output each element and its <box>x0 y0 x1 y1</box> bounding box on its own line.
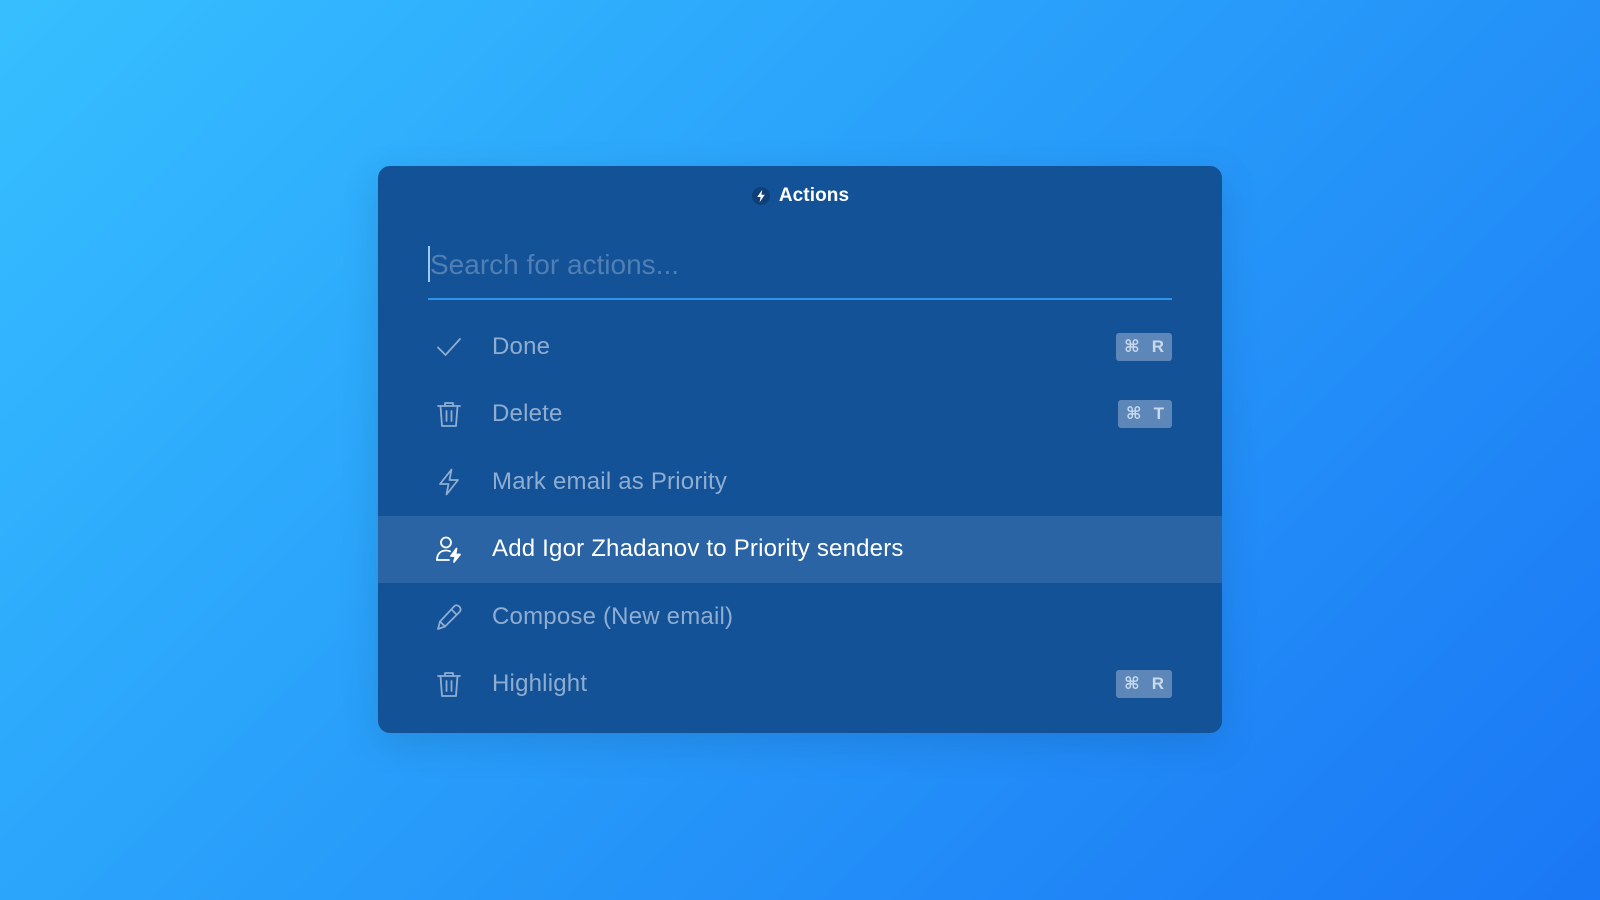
shortcut-key: R <box>1151 336 1164 356</box>
action-label: Compose (New email) <box>492 602 734 630</box>
action-item-add-priority-sender[interactable]: Add Igor Zhadanov to Priority senders <box>378 515 1222 583</box>
shortcut-badge: ⌘ R <box>1115 332 1172 361</box>
action-label: Add Igor Zhadanov to Priority senders <box>492 535 904 563</box>
text-caret <box>428 246 430 282</box>
action-item-delete[interactable]: Delete ⌘ T <box>378 381 1222 449</box>
action-item-done[interactable]: Done ⌘ R <box>378 313 1222 381</box>
shortcut-key: T <box>1153 404 1164 424</box>
shortcut-badge: ⌘ R <box>1115 670 1172 699</box>
action-label: Highlight <box>492 670 588 698</box>
pencil-icon <box>434 602 464 632</box>
command-key: ⌘ <box>1123 336 1140 356</box>
action-item-mark-priority[interactable]: Mark email as Priority <box>378 448 1222 516</box>
action-label: Delete <box>492 400 563 428</box>
action-label: Mark email as Priority <box>492 467 728 495</box>
search-input[interactable] <box>428 235 1172 295</box>
command-key: ⌘ <box>1125 404 1142 424</box>
action-item-highlight[interactable]: Highlight ⌘ R <box>378 651 1222 719</box>
shortcut-key: R <box>1151 674 1164 694</box>
palette-header: Actions <box>378 166 1222 220</box>
actions-palette: Actions Done ⌘ R <box>378 166 1222 733</box>
trash-icon <box>434 669 464 699</box>
action-label: Done <box>492 332 551 360</box>
user-bolt-icon <box>434 534 464 564</box>
search-bar <box>428 220 1172 300</box>
palette-title: Actions <box>778 185 850 206</box>
bolt-icon <box>434 467 464 497</box>
shortcut-badge: ⌘ T <box>1117 400 1172 429</box>
check-icon <box>434 332 464 362</box>
action-list: Done ⌘ R Delete ⌘ T Mark email as Priori… <box>378 313 1222 718</box>
bolt-circle-icon <box>751 186 771 206</box>
command-key: ⌘ <box>1123 674 1140 694</box>
trash-icon <box>434 399 464 429</box>
action-item-compose[interactable]: Compose (New email) <box>378 583 1222 651</box>
